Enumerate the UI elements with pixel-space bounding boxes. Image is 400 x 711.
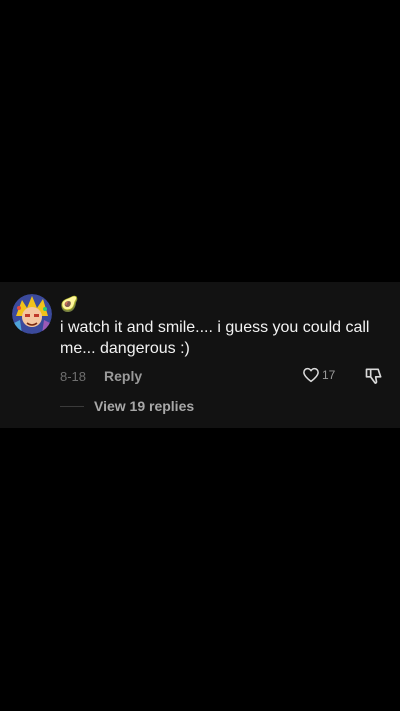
reply-button[interactable]: Reply bbox=[104, 368, 142, 384]
avocado-emoji: 🥑 bbox=[60, 296, 79, 313]
comment-card: 🥑 i watch it and smile.... i guess you c… bbox=[0, 282, 400, 428]
heart-outline-icon bbox=[303, 367, 319, 383]
avatar-image bbox=[12, 294, 52, 334]
comment-text: i watch it and smile.... i guess you cou… bbox=[60, 319, 370, 357]
replies-divider-line bbox=[60, 405, 84, 407]
like-button[interactable]: 17 bbox=[302, 366, 335, 384]
comment-date: 8-18 bbox=[60, 368, 87, 384]
avatar[interactable] bbox=[12, 294, 52, 334]
thumbs-down-icon bbox=[365, 368, 382, 384]
dislike-button[interactable] bbox=[364, 366, 384, 391]
like-count: 17 bbox=[322, 368, 336, 382]
screen: 🥑 i watch it and smile.... i guess you c… bbox=[0, 0, 400, 711]
view-replies-label: View 19 replies bbox=[94, 398, 195, 414]
comment-meta: 8-18 Reply bbox=[60, 367, 142, 385]
username[interactable]: 🥑 bbox=[60, 294, 79, 314]
view-replies-button[interactable]: View 19 replies bbox=[60, 398, 194, 414]
